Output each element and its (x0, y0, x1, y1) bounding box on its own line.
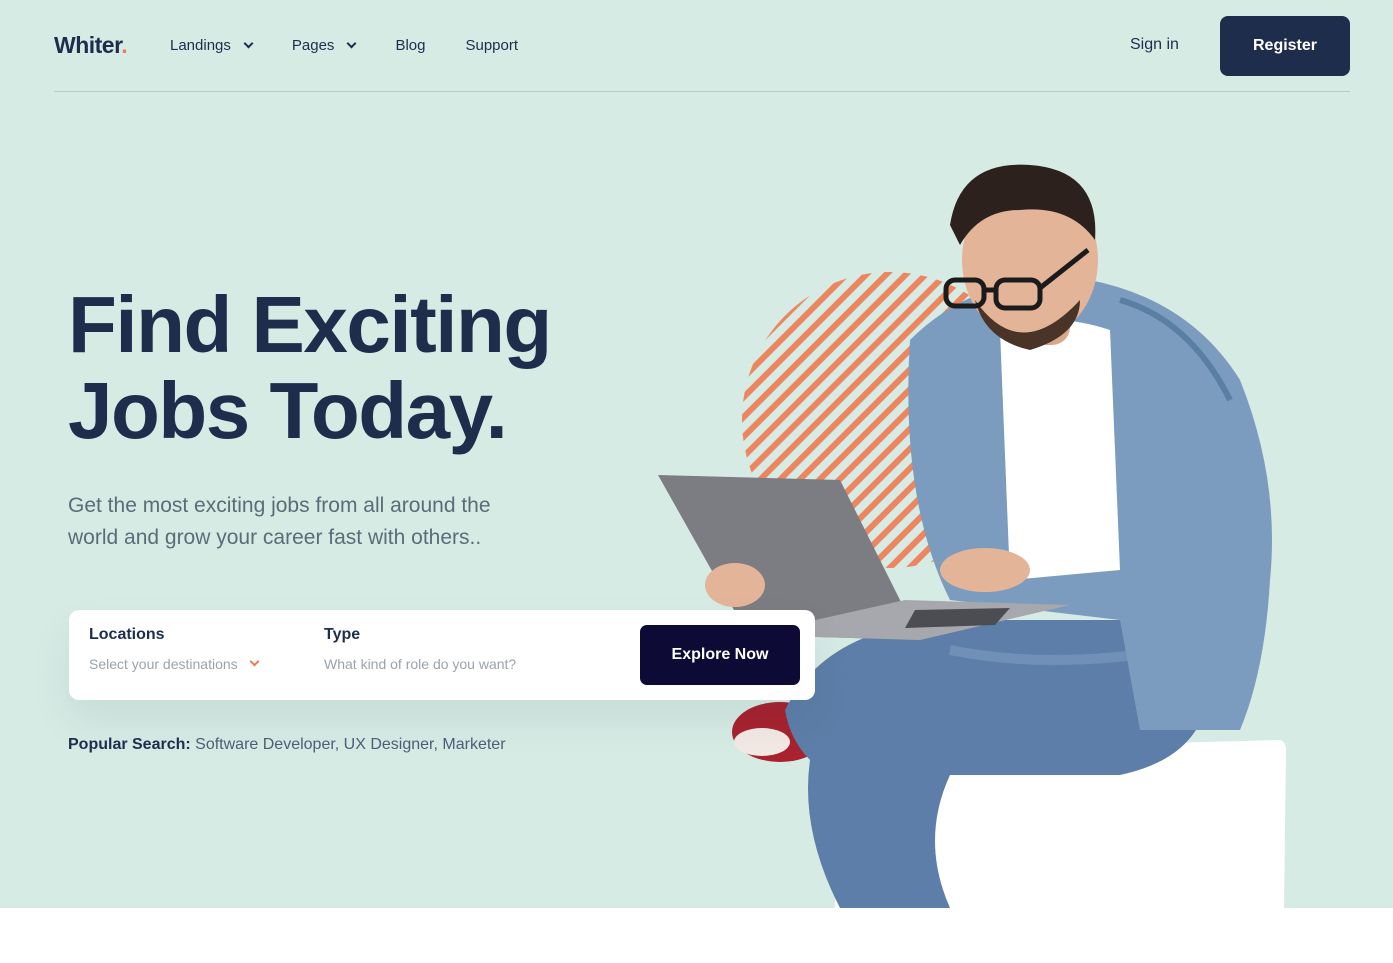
popular-search-label: Popular Search: (68, 736, 191, 753)
popular-search: Popular Search: Software Developer, UX D… (68, 736, 506, 754)
type-label: Type (324, 626, 361, 643)
sign-in-link[interactable]: Sign in (1130, 36, 1179, 54)
location-select[interactable]: Select your destinations (89, 656, 289, 672)
nav-item-label: Landings (170, 37, 231, 54)
hero-subtitle: Get the most exciting jobs from all arou… (68, 490, 568, 554)
top-navbar: Whiter. Landings Pages Blog Support Sign… (54, 0, 1350, 92)
location-placeholder: Select your destinations (89, 656, 238, 672)
hero-subtitle-line-1: Get the most exciting jobs from all arou… (68, 494, 491, 517)
job-search-bar: Locations Select your destinations Type … (69, 610, 815, 700)
brand-logo[interactable]: Whiter. (54, 32, 128, 59)
chevron-down-icon (243, 38, 254, 49)
nav-item-support[interactable]: Support (465, 37, 518, 54)
location-label: Locations (89, 626, 165, 643)
main-menu: Landings Pages Blog Support (170, 37, 558, 54)
nav-item-blog[interactable]: Blog (395, 37, 425, 54)
brand-dot: . (121, 32, 128, 58)
explore-now-button[interactable]: Explore Now (640, 625, 800, 685)
hero-title-line-1: Find Exciting (68, 280, 552, 369)
role-type-input[interactable] (324, 656, 614, 672)
popular-search-tags[interactable]: Software Developer, UX Designer, Markete… (195, 736, 505, 753)
type-field: Type (324, 626, 614, 672)
nav-item-label: Blog (395, 37, 426, 54)
brand-name: Whiter (54, 32, 122, 58)
chevron-down-icon (249, 656, 260, 667)
register-button[interactable]: Register (1220, 16, 1350, 76)
hero-illustration (658, 164, 1286, 908)
chevron-down-icon (346, 38, 357, 49)
right-hand (940, 548, 1030, 592)
nav-item-pages[interactable]: Pages (291, 37, 357, 54)
hero-subtitle-line-2: world and grow your career fast with oth… (68, 526, 482, 549)
left-hand (705, 563, 765, 607)
white-tshirt (1000, 320, 1120, 580)
hero-title: Find Exciting Jobs Today. (68, 282, 688, 454)
nav-item-label: Pages (291, 37, 335, 54)
location-field: Locations Select your destinations (89, 626, 289, 672)
nav-item-label: Support (465, 37, 519, 54)
hero-title-line-2: Jobs Today. (68, 366, 508, 455)
hero-section: Whiter. Landings Pages Blog Support Sign… (0, 0, 1393, 908)
nav-item-landings[interactable]: Landings (170, 37, 254, 54)
